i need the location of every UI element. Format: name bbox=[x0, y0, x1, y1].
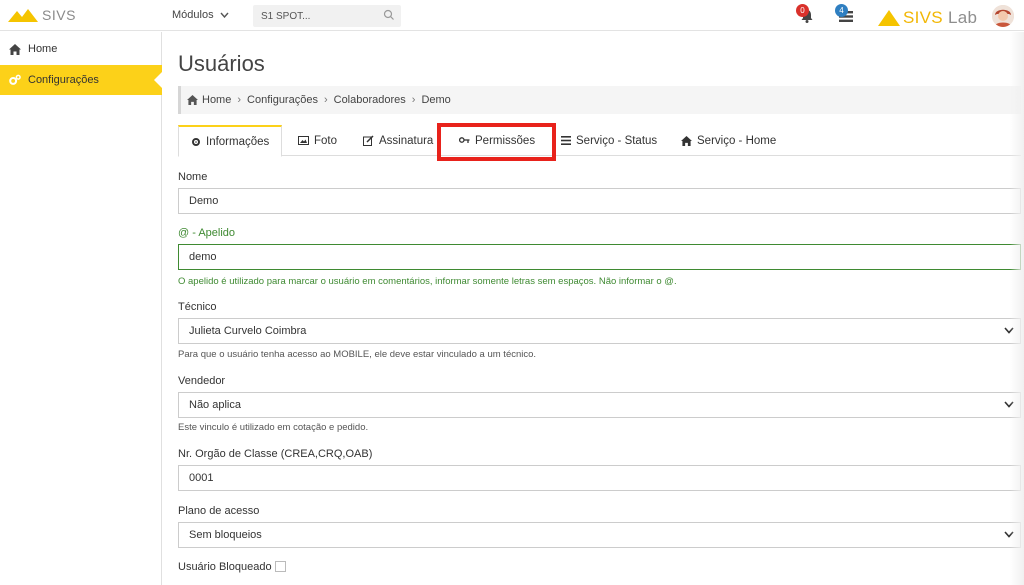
edit-icon bbox=[363, 135, 374, 146]
breadcrumb-separator: › bbox=[411, 94, 416, 106]
tab-label: Serviço - Status bbox=[576, 134, 658, 147]
sidebar-item-label: Configurações bbox=[28, 74, 99, 86]
top-bar: SIVS Módulos 0 4 SIVS Lab bbox=[0, 0, 1024, 31]
breadcrumb-link-home[interactable]: Home bbox=[202, 94, 231, 106]
logo-text: SIVS bbox=[42, 7, 76, 23]
orgao-classe-value: 0001 bbox=[189, 472, 214, 484]
edge-shadow bbox=[1010, 32, 1024, 585]
tab-foto[interactable]: Foto bbox=[298, 125, 337, 156]
tab-servico-status[interactable]: Serviço - Status bbox=[561, 125, 657, 156]
logo-mountain-icon bbox=[8, 9, 38, 22]
permissions-tab-highlight bbox=[437, 123, 556, 161]
apelido-help-text: O apelido é utilizado para marcar o usuá… bbox=[178, 276, 677, 287]
orgao-classe-label: Nr. Orgão de Classe (CREA,CRQ,OAB) bbox=[178, 448, 373, 460]
search-input[interactable] bbox=[253, 5, 373, 27]
brand-text: SIVS Lab bbox=[903, 8, 977, 28]
cogs-icon bbox=[9, 74, 21, 86]
brand-text-secondary: Lab bbox=[947, 8, 978, 27]
breadcrumb-link-configuracoes[interactable]: Configurações bbox=[247, 94, 318, 106]
plano-acesso-value: Sem bloqueios bbox=[189, 529, 262, 541]
nome-label: Nome bbox=[178, 171, 208, 183]
tab-label: Informações bbox=[206, 135, 270, 148]
search-icon[interactable] bbox=[383, 9, 395, 21]
user-avatar[interactable] bbox=[992, 5, 1014, 27]
list-icon bbox=[561, 136, 571, 145]
apelido-label: @ - Apelido bbox=[178, 227, 236, 239]
app-logo[interactable]: SIVS bbox=[8, 7, 76, 23]
modules-menu[interactable]: Módulos bbox=[172, 9, 229, 21]
plano-acesso-label: Plano de acesso bbox=[178, 505, 260, 517]
vendedor-help-text: Este vinculo é utilizado em cotação e pe… bbox=[178, 422, 369, 433]
tasks-count-badge: 4 bbox=[835, 4, 848, 17]
tecnico-help-text: Para que o usuário tenha acesso ao MOBIL… bbox=[178, 349, 537, 360]
page-title: Usuários bbox=[178, 51, 265, 76]
sidebar: Home Configurações bbox=[0, 32, 162, 585]
nome-field[interactable]: Demo bbox=[178, 188, 1021, 214]
tecnico-select[interactable]: Julieta Curvelo Coimbra bbox=[178, 318, 1021, 344]
breadcrumb: Home › Configurações › Colaboradores › D… bbox=[178, 86, 1021, 114]
breadcrumb-current: Demo bbox=[421, 94, 451, 106]
brand-text-primary: SIVS bbox=[903, 8, 943, 27]
breadcrumb-separator: › bbox=[237, 94, 242, 106]
sidebar-item-configuracoes[interactable]: Configurações bbox=[0, 65, 162, 95]
apelido-field[interactable]: demo bbox=[178, 244, 1021, 270]
tecnico-value: Julieta Curvelo Coimbra bbox=[189, 325, 307, 337]
home-icon bbox=[681, 135, 692, 146]
avatar-portrait-icon bbox=[992, 5, 1014, 27]
home-icon bbox=[9, 43, 21, 55]
search-box[interactable] bbox=[253, 5, 401, 27]
modules-label: Módulos bbox=[172, 9, 214, 21]
tab-bar: Informações Foto Assinatura Permissões S… bbox=[178, 125, 1021, 157]
vendedor-label: Vendedor bbox=[178, 375, 226, 387]
tab-assinatura[interactable]: Assinatura bbox=[363, 125, 433, 156]
home-icon bbox=[187, 95, 198, 105]
tab-label: Assinatura bbox=[379, 134, 434, 147]
tab-label: Foto bbox=[314, 134, 338, 147]
usuario-bloqueado-checkbox[interactable] bbox=[275, 561, 286, 572]
nome-value: Demo bbox=[189, 195, 219, 207]
tab-label: Serviço - Home bbox=[697, 134, 777, 147]
brand-triangle-icon bbox=[878, 10, 900, 26]
sidebar-item-home[interactable]: Home bbox=[0, 34, 162, 64]
image-icon bbox=[298, 136, 309, 145]
orgao-classe-field[interactable]: 0001 bbox=[178, 465, 1021, 491]
plano-acesso-select[interactable]: Sem bloqueios bbox=[178, 522, 1021, 548]
tab-informacoes[interactable]: Informações bbox=[178, 125, 283, 157]
sidebar-item-label: Home bbox=[28, 43, 58, 55]
apelido-value: demo bbox=[189, 251, 217, 263]
tab-servico-home[interactable]: Serviço - Home bbox=[681, 125, 776, 156]
company-brand: SIVS Lab bbox=[878, 8, 977, 28]
gear-icon bbox=[192, 137, 200, 146]
tecnico-label: Técnico bbox=[178, 301, 217, 313]
breadcrumb-separator: › bbox=[323, 94, 328, 106]
usuario-bloqueado-label: Usuário Bloqueado bbox=[178, 561, 272, 573]
chevron-down-icon bbox=[220, 12, 229, 18]
notification-count-badge: 0 bbox=[796, 4, 809, 17]
vendedor-select[interactable]: Não aplica bbox=[178, 392, 1021, 418]
vendedor-value: Não aplica bbox=[189, 399, 241, 411]
breadcrumb-link-colaboradores[interactable]: Colaboradores bbox=[334, 94, 406, 106]
